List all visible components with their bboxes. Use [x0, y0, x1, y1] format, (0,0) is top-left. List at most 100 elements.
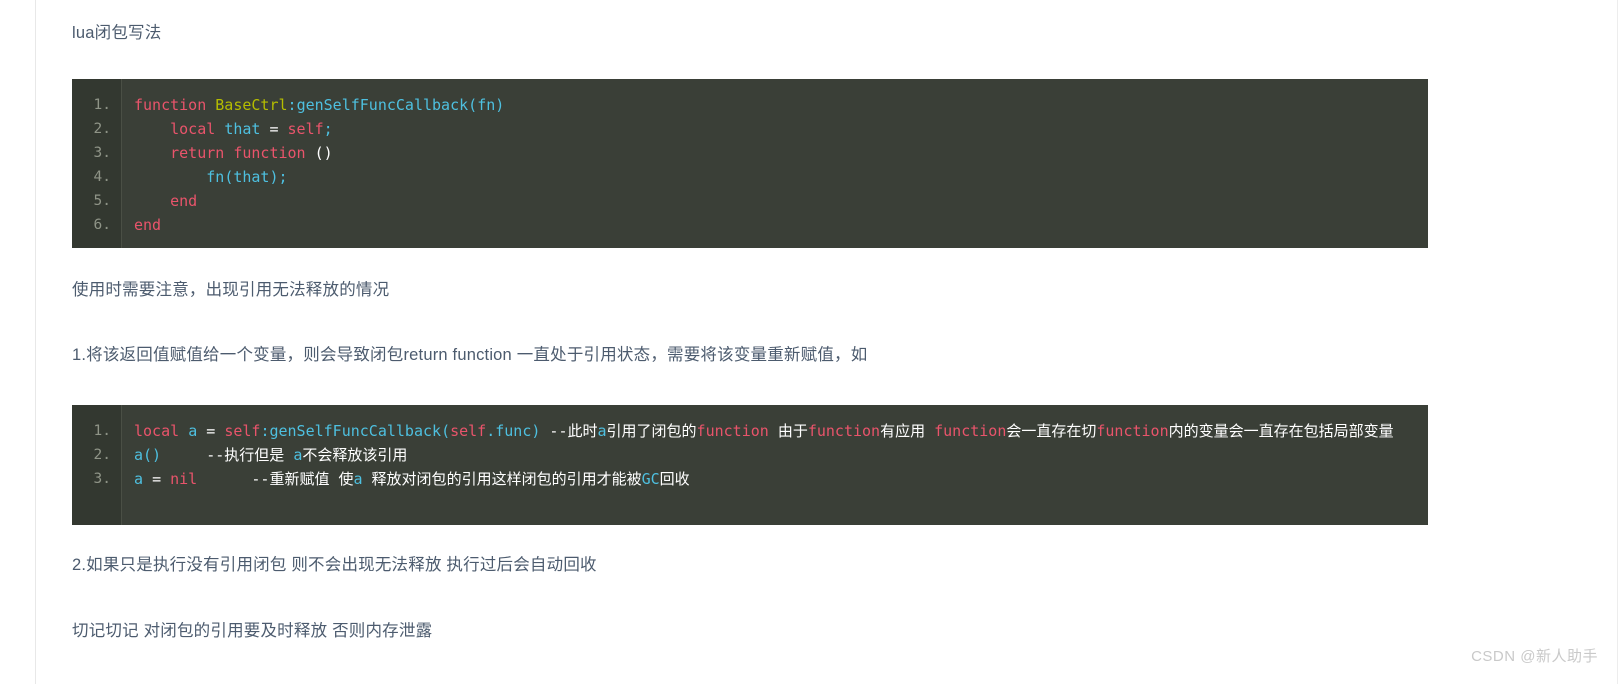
code-token: local: [170, 120, 216, 138]
code-token: genSelfFuncCallback: [269, 422, 442, 440]
code-token: 释放对闭包的引用这样闭包的引用才能被: [362, 470, 642, 488]
code-token: (: [468, 96, 478, 114]
code-token: 有应用: [880, 422, 935, 440]
paragraph-final: 切记切记 对闭包的引用要及时释放 否则内存泄露: [72, 622, 433, 640]
code-token: 内的变量会一直存在包括局部变量: [1168, 422, 1394, 440]
code-token: GC: [641, 470, 660, 488]
paragraph-item-1: 1.将该返回值赋值给一个变量，则会导致闭包return function 一直处…: [72, 346, 868, 364]
code-lines-1: 1. function BaseCtrl:genSelfFuncCallback(…: [72, 79, 1428, 248]
code-token: function: [934, 422, 1007, 440]
code-token: nil: [170, 470, 198, 488]
code-line: 6. end: [72, 213, 1428, 237]
code-token: that: [233, 168, 270, 186]
code-token: .: [486, 422, 496, 440]
code-line: 2. a() --执行但是 a不会释放该引用: [72, 443, 1428, 467]
code-token: 不会释放该引用: [302, 446, 408, 464]
code-token: =: [152, 470, 162, 488]
line-number: 5.: [93, 193, 111, 209]
code-token: ;: [323, 120, 333, 138]
code-line: 1. function BaseCtrl:genSelfFuncCallback(…: [72, 93, 1428, 117]
code-token: self: [224, 422, 261, 440]
code-token: --重新赋值 使: [197, 470, 354, 488]
code-block-2[interactable]: 1. local a = self:genSelfFuncCallback(sel…: [72, 405, 1428, 525]
code-token: --执行但是: [161, 446, 294, 464]
code-text: local that = self;: [121, 117, 1428, 141]
code-token: ): [495, 96, 505, 114]
code-token: end: [170, 192, 198, 210]
code-token: 回收: [659, 470, 690, 488]
code-line: 3. a = nil --重新赋值 使a 释放对闭包的引用这样闭包的引用才能被GC…: [72, 467, 1428, 491]
line-number: 3.: [93, 145, 111, 161]
code-line: 3. return function (): [72, 141, 1428, 165]
paragraph-note: 使用时需要注意，出现引用无法释放的情况: [72, 281, 390, 299]
code-token: (: [441, 422, 451, 440]
code-token: a: [597, 422, 607, 440]
code-token: (: [224, 168, 234, 186]
code-token: return: [170, 144, 225, 162]
line-number: 1.: [93, 423, 111, 439]
csdn-watermark: CSDN @新人助手: [1471, 648, 1598, 665]
code-token: end: [134, 216, 162, 234]
code-text: end: [121, 213, 1428, 237]
code-token: 会一直存在切: [1006, 422, 1097, 440]
code-token: fn: [477, 96, 496, 114]
code-token: (): [143, 446, 162, 464]
code-token: self: [450, 422, 487, 440]
line-number: 3.: [93, 471, 111, 487]
code-token: a: [188, 422, 198, 440]
code-line: 2. local that = self;: [72, 117, 1428, 141]
line-number: 2.: [93, 121, 111, 137]
page-root: lua闭包写法 1. function BaseCtrl:genSelfFuncC…: [0, 0, 1620, 684]
line-number: 1.: [93, 97, 111, 113]
code-line: 1. local a = self:genSelfFuncCallback(sel…: [72, 419, 1428, 443]
right-rule: [1617, 0, 1618, 684]
code-text: end: [121, 189, 1428, 213]
code-text: fn(that);: [121, 165, 1428, 189]
code-token: --此时: [540, 422, 598, 440]
code-token: =: [269, 120, 279, 138]
code-block-1[interactable]: 1. function BaseCtrl:genSelfFuncCallback(…: [72, 79, 1428, 248]
code-token: self: [287, 120, 324, 138]
code-token: fn: [206, 168, 225, 186]
code-text: return function (): [121, 141, 1428, 165]
page-title: lua闭包写法: [72, 24, 162, 42]
code-token: a: [134, 446, 144, 464]
left-rule: [35, 0, 36, 684]
code-token: local: [134, 422, 180, 440]
code-token: function: [1096, 422, 1169, 440]
code-token: that: [224, 120, 261, 138]
line-number: 2.: [93, 447, 111, 463]
code-text: local a = self:genSelfFuncCallback(self.…: [121, 419, 1428, 443]
code-token: BaseCtrl: [215, 96, 288, 114]
code-token: ): [269, 168, 279, 186]
code-token: =: [206, 422, 216, 440]
code-token: :: [287, 96, 297, 114]
line-number: 6.: [93, 217, 111, 233]
paragraph-item-2: 2.如果只是执行没有引用闭包 则不会出现无法释放 执行过后会自动回收: [72, 556, 597, 574]
code-text: a = nil --重新赋值 使a 释放对闭包的引用这样闭包的引用才能被GC回收: [121, 467, 1428, 491]
code-token: 引用了闭包的: [606, 422, 697, 440]
code-line: 5. end: [72, 189, 1428, 213]
code-token: function: [807, 422, 881, 440]
code-token: genSelfFuncCallback: [296, 96, 469, 114]
code-token: function: [233, 144, 306, 162]
code-text: a() --执行但是 a不会释放该引用: [121, 443, 1428, 467]
code-token: (): [314, 144, 333, 162]
code-text: function BaseCtrl:genSelfFuncCallback(fn…: [121, 93, 1428, 117]
code-line: 4. fn(that);: [72, 165, 1428, 189]
code-token: a: [353, 470, 363, 488]
code-token: function: [134, 96, 216, 114]
